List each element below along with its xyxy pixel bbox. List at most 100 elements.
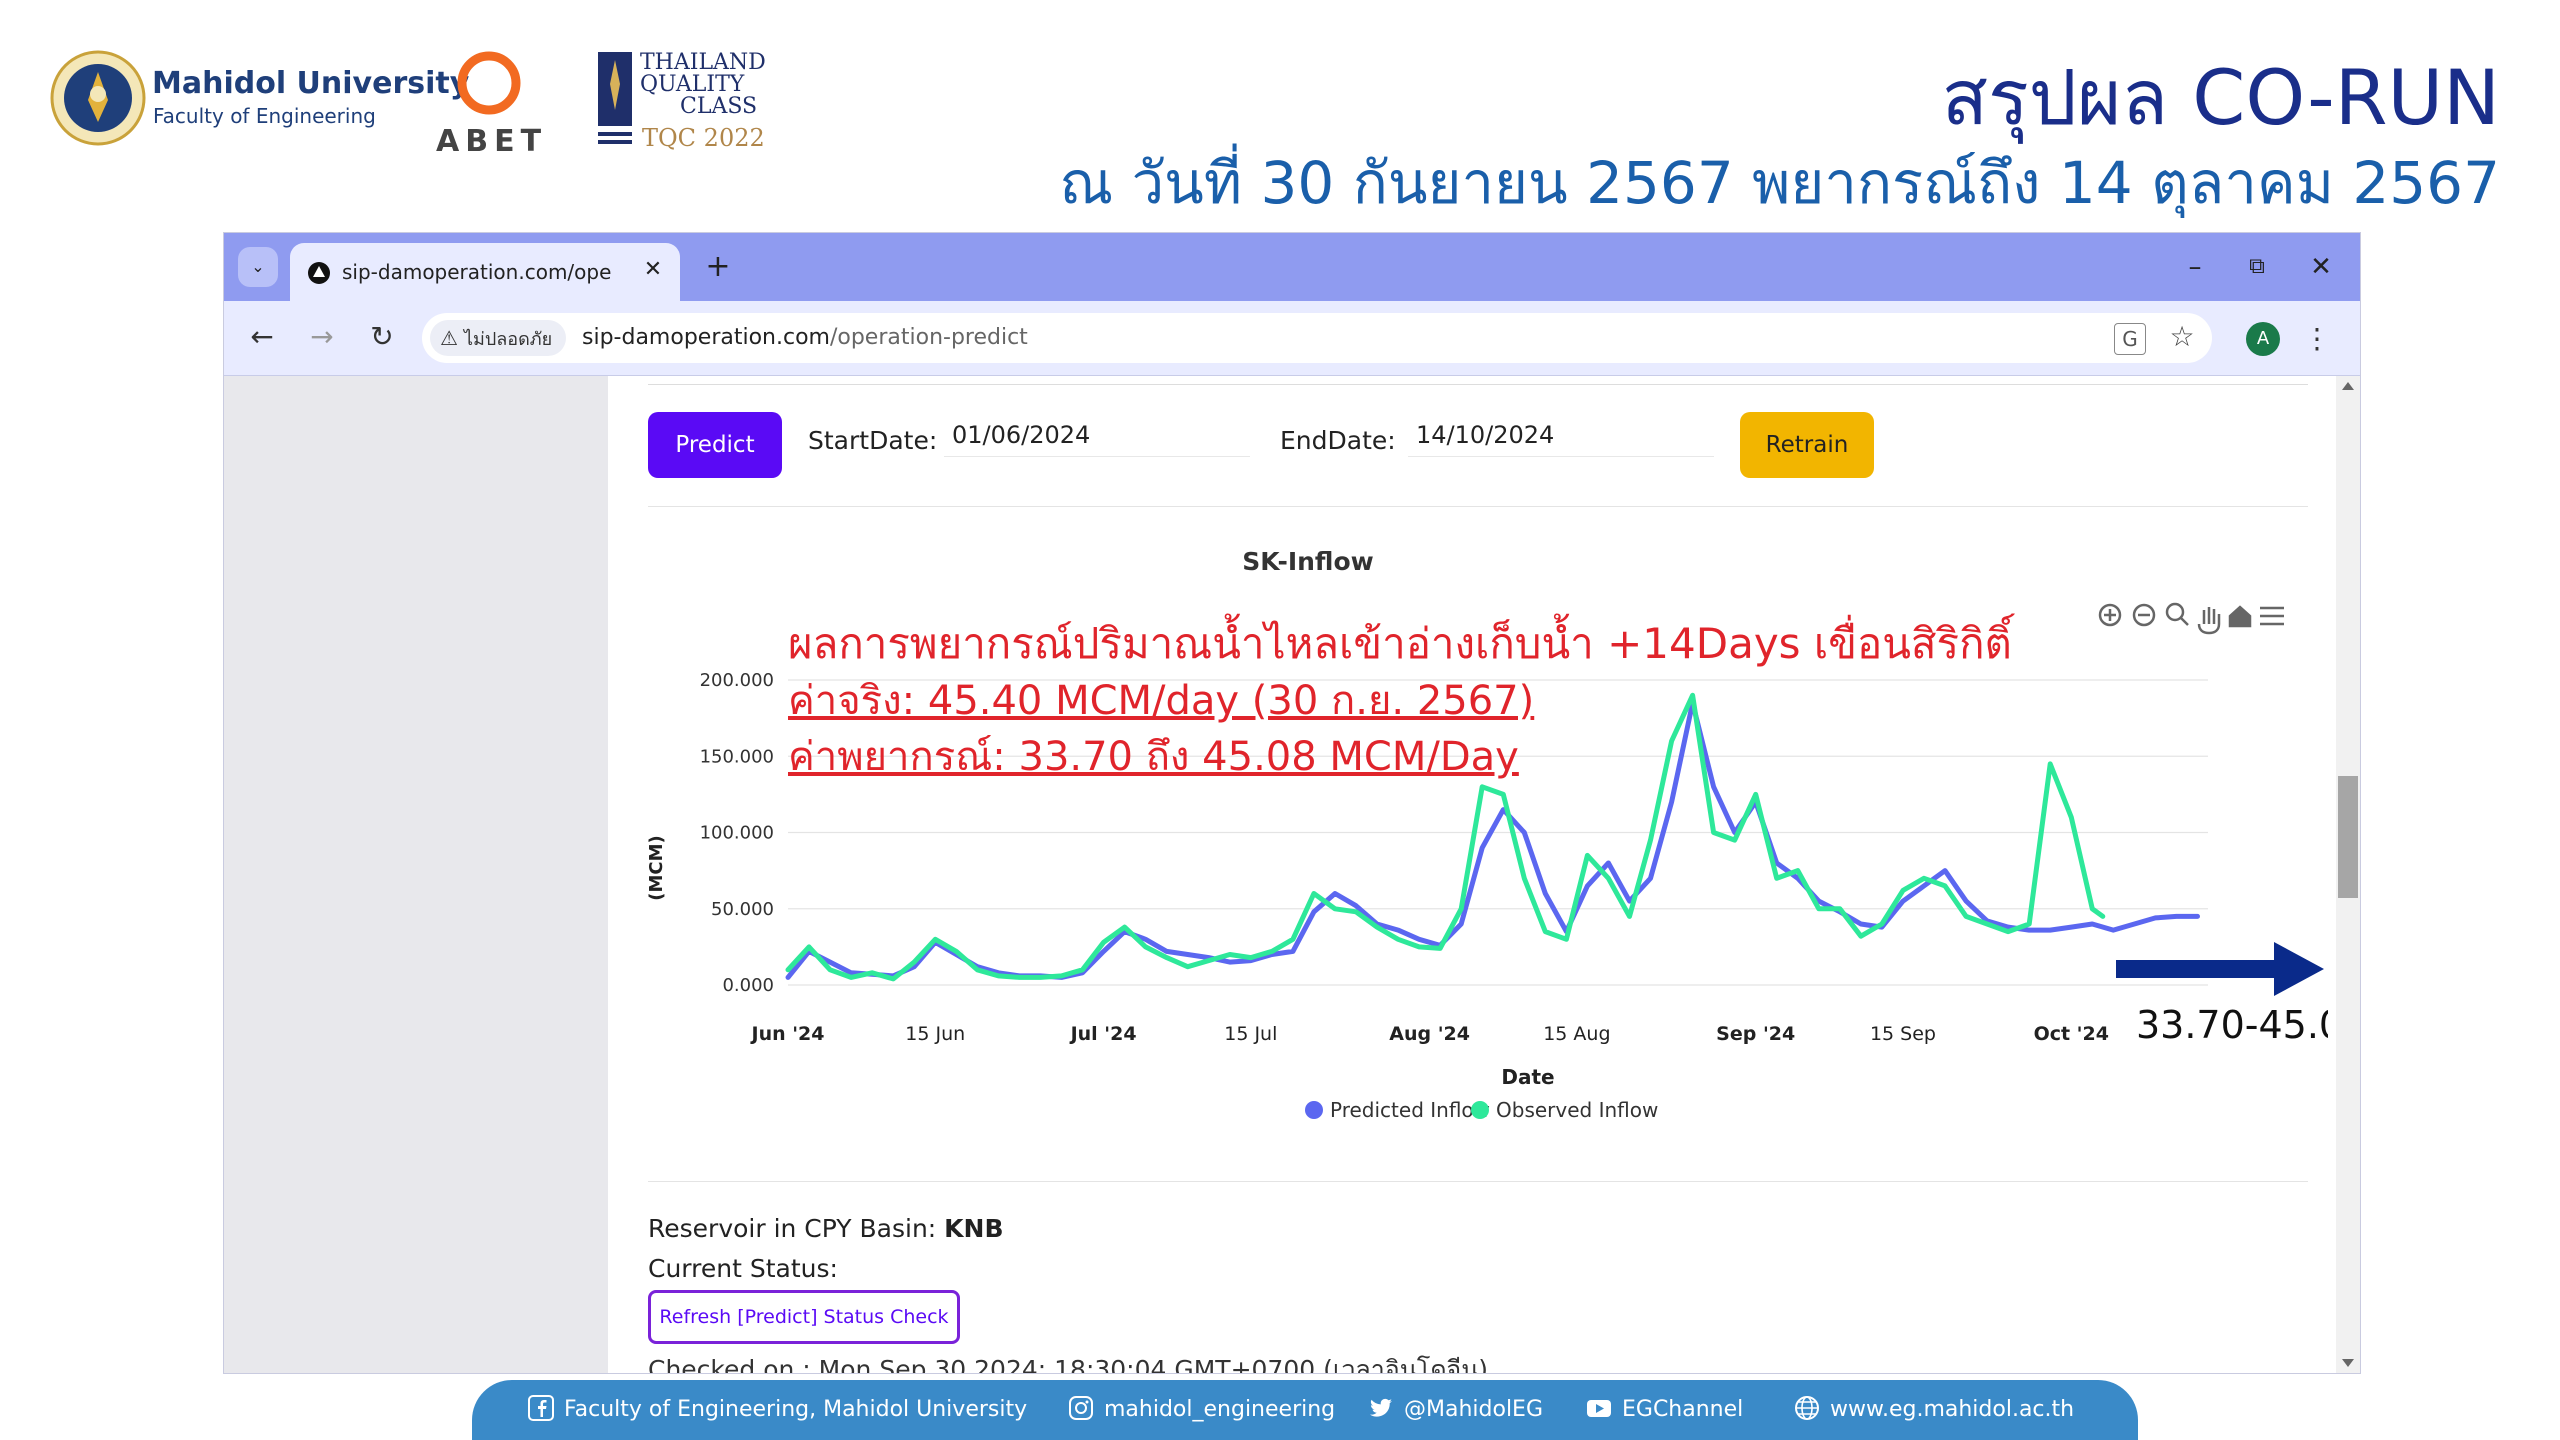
x-tick-label: 15 Jun xyxy=(905,1023,965,1045)
selection-zoom-icon[interactable] xyxy=(2165,602,2189,626)
zoom-in-icon[interactable] xyxy=(2098,603,2122,627)
footer-twitter[interactable]: @MahidolEG xyxy=(1368,1394,1543,1426)
x-tick-label: 15 Sep xyxy=(1870,1023,1936,1045)
start-date-label: StartDate: xyxy=(808,426,938,455)
y-tick-label: 0.000 xyxy=(722,975,774,996)
facebook-icon xyxy=(528,1395,554,1421)
chart-title: SK-Inflow xyxy=(1242,547,1373,576)
security-chip-label: ไม่ปลอดภัย xyxy=(463,329,553,350)
window-minimize-button[interactable]: – xyxy=(2170,247,2220,287)
footer-facebook-label: Faculty of Engineering, Mahidol Universi… xyxy=(564,1397,1028,1422)
abet-logo-icon xyxy=(457,51,521,115)
forecast-annotation: ผลการพยากรณ์ปริมาณน้ำไหลเข้าอ่างเก็บน้ำ … xyxy=(788,613,2015,780)
annotation-line-2: ค่าจริง: 45.40 MCM/day (30 ก.ย. 2567) xyxy=(788,678,1534,724)
legend-marker-observed[interactable] xyxy=(1471,1101,1489,1119)
legend-marker-predicted[interactable] xyxy=(1305,1101,1323,1119)
back-arrow-icon[interactable]: ← xyxy=(242,317,282,357)
divider xyxy=(648,506,2308,507)
url-host: sip-damoperation.com xyxy=(582,325,830,350)
browser-window: ⌄ sip-damoperation.com/operation-predict… xyxy=(224,233,2360,1373)
browser-menu-icon[interactable]: ⋮ xyxy=(2302,319,2332,359)
tab-close-icon[interactable]: ✕ xyxy=(638,255,668,285)
y-tick-label: 100.000 xyxy=(700,823,774,844)
tab-strip: ⌄ sip-damoperation.com/operation-predict… xyxy=(224,233,2360,301)
page-subtitle: ณ วันที่ 30 กันยายน 2567 พยากรณ์ถึง 14 ต… xyxy=(1059,149,2500,217)
warning-icon: ⚠ xyxy=(440,326,458,350)
translate-icon[interactable]: G xyxy=(2114,323,2146,355)
footer-twitter-label: @MahidolEG xyxy=(1404,1397,1544,1422)
faculty-name: Faculty of Engineering xyxy=(153,104,376,128)
x-axis: Jun '24 15 Jun Jul '24 15 Jul Aug '24 15 Aug S… xyxy=(750,1023,2109,1045)
site-favicon-icon xyxy=(308,262,330,284)
reload-icon[interactable]: ↻ xyxy=(362,317,402,357)
window-close-button[interactable]: ✕ xyxy=(2296,247,2346,287)
vertical-scrollbar[interactable] xyxy=(2336,376,2360,1373)
start-date-input[interactable] xyxy=(944,414,1250,456)
tab-title: sip-damoperation.com/operation-predict xyxy=(342,260,612,284)
chart-menu-icon[interactable] xyxy=(2260,606,2284,626)
retrain-button[interactable]: Retrain xyxy=(1740,412,1874,478)
current-status-label: Current Status: xyxy=(648,1254,838,1283)
predict-button[interactable]: Predict xyxy=(648,412,782,478)
y-axis-label: (MCM) xyxy=(648,835,667,901)
footer-instagram[interactable]: mahidol_engineering xyxy=(1068,1394,1335,1426)
tab-search-button[interactable]: ⌄ xyxy=(238,247,278,287)
x-tick-label: Sep '24 xyxy=(1716,1023,1795,1045)
reservoir-label: Reservoir in CPY Basin: xyxy=(648,1214,945,1243)
forecast-range-label: 33.70-45.08 xyxy=(2136,1003,2328,1047)
reservoir-value: KNB xyxy=(944,1214,1004,1243)
legend-label-predicted[interactable]: Predicted Inflow xyxy=(1330,1098,1490,1122)
forward-arrow-icon[interactable]: → xyxy=(302,317,342,357)
tqc-line-3: CLASS xyxy=(680,94,758,119)
globe-icon xyxy=(1795,1396,1819,1420)
divider xyxy=(648,1181,2308,1182)
x-tick-label: 15 Aug xyxy=(1543,1023,1610,1045)
checked-on-text: Checked on : Mon Sep 30 2024: 18:30:04 G… xyxy=(648,1355,1489,1373)
youtube-icon xyxy=(1587,1400,1611,1417)
scroll-down-icon[interactable] xyxy=(2342,1359,2354,1367)
bookmark-star-icon[interactable]: ☆ xyxy=(2166,321,2198,353)
url-path: /operation-predict xyxy=(829,325,1028,350)
twitter-bird-icon xyxy=(1370,1398,1392,1417)
url-text[interactable]: sip-damoperation.com/operation-predict xyxy=(582,325,1028,350)
refresh-status-button[interactable]: Refresh [Predict] Status Check xyxy=(648,1290,960,1344)
y-axis: 0.000 50.000 100.000 150.000 200.000 xyxy=(700,670,774,996)
y-tick-label: 200.000 xyxy=(700,670,774,691)
active-tab[interactable]: sip-damoperation.com/operation-predict ✕ xyxy=(290,243,680,301)
university-name: Mahidol University xyxy=(152,66,470,101)
tqc-year: TQC 2022 xyxy=(642,124,765,152)
x-tick-label: Aug '24 xyxy=(1389,1023,1470,1045)
new-tab-button[interactable]: + xyxy=(698,247,738,287)
y-tick-label: 150.000 xyxy=(700,746,774,767)
sidebar-panel xyxy=(224,376,608,1373)
inflow-chart: SK-Inflow 0.000 50.000 100.000 150.000 200.0… xyxy=(648,547,2328,1122)
divider xyxy=(648,384,2308,385)
window-restore-button[interactable]: ⧉ xyxy=(2232,247,2282,287)
address-bar[interactable]: ⚠ ไม่ปลอดภัย sip-damoperation.com/operati… xyxy=(422,313,2212,363)
instagram-icon xyxy=(1069,1396,1093,1420)
footer-bar: Faculty of Engineering, Mahidol Universi… xyxy=(472,1380,2138,1440)
home-reset-icon[interactable] xyxy=(2228,605,2252,628)
footer-facebook[interactable]: Faculty of Engineering, Mahidol Universi… xyxy=(528,1394,1027,1426)
footer-website[interactable]: www.eg.mahidol.ac.th xyxy=(1794,1394,2074,1426)
pan-hand-icon[interactable] xyxy=(2197,607,2221,635)
scroll-up-icon[interactable] xyxy=(2342,382,2354,390)
annotation-line-1: ผลการพยากรณ์ปริมาณน้ำไหลเข้าอ่างเก็บน้ำ … xyxy=(788,613,2015,668)
chart-grid xyxy=(788,679,2208,986)
chart-legend: Predicted Inflow Observed Inflow xyxy=(1305,1098,1658,1122)
security-chip[interactable]: ⚠ ไม่ปลอดภัย xyxy=(430,320,567,356)
scrollbar-thumb[interactable] xyxy=(2338,776,2358,898)
reservoir-line: Reservoir in CPY Basin: KNB xyxy=(648,1214,1004,1243)
tqc-award-icon xyxy=(598,52,632,144)
x-tick-label: 15 Jul xyxy=(1224,1023,1277,1045)
end-date-label: EndDate: xyxy=(1280,426,1396,455)
legend-label-observed[interactable]: Observed Inflow xyxy=(1496,1098,1658,1122)
profile-avatar[interactable]: A xyxy=(2246,322,2280,356)
footer-website-label: www.eg.mahidol.ac.th xyxy=(1830,1397,2075,1422)
page-viewport: Predict StartDate: EndDate: Retrain SK-I… xyxy=(224,376,2360,1373)
zoom-out-icon[interactable] xyxy=(2132,603,2156,627)
chart-toolbar xyxy=(2098,602,2284,635)
footer-youtube[interactable]: EGChannel xyxy=(1586,1394,1743,1426)
end-date-input[interactable] xyxy=(1408,414,1714,456)
x-axis-label: Date xyxy=(1501,1065,1554,1089)
